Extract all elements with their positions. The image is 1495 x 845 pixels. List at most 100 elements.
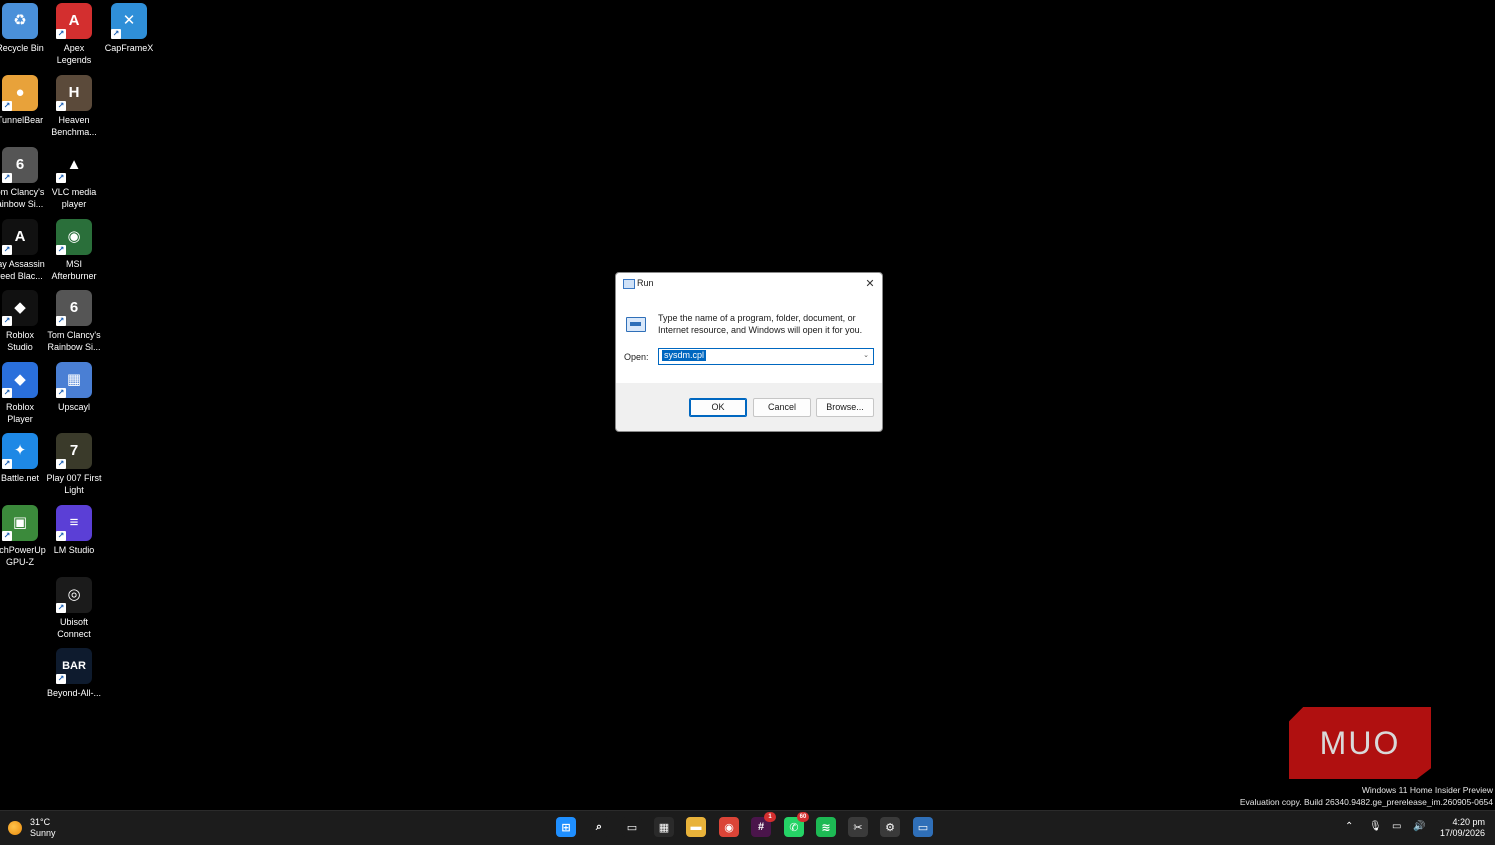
- shortcut-arrow-icon: ↗: [56, 245, 66, 255]
- clock[interactable]: 4:20 pm 17/09/2026: [1440, 817, 1485, 839]
- settings-icon[interactable]: ⚙: [880, 817, 900, 837]
- desktop-icon[interactable]: ◆ ↗ Roblox Studio: [0, 290, 50, 353]
- shortcut-arrow-icon: ↗: [2, 316, 12, 326]
- roblox-studio-icon: ◆ ↗: [2, 290, 38, 326]
- 007-first-light-icon: 7 ↗: [56, 433, 92, 469]
- desktop-icon-label: Play 007 First Light: [46, 473, 102, 495]
- desktop-icon-label: Ubisoft Connect: [57, 617, 91, 639]
- desktop-icon-label: Beyond-All-...: [46, 688, 102, 698]
- microphone-icon[interactable]: 🎙: [1369, 821, 1382, 832]
- desktop-icon-label: CapFrameX: [104, 43, 154, 53]
- shortcut-arrow-icon: ↗: [2, 101, 12, 111]
- open-label: Open:: [624, 352, 649, 362]
- desktop-icon[interactable]: ✦ ↗ Battle.net: [0, 433, 50, 484]
- msi-afterburner-icon: ◉ ↗: [56, 219, 92, 255]
- desktop-icon-label: Apex Legends: [56, 43, 92, 65]
- run-taskbar-icon[interactable]: ▭: [913, 817, 933, 837]
- ok-button[interactable]: OK: [689, 398, 747, 417]
- open-input-value[interactable]: sysdm.cpl: [662, 350, 707, 361]
- tunnelbear-icon: ● ↗: [2, 75, 38, 111]
- rainbow-six-2-icon: 6 ↗: [56, 290, 92, 326]
- run-title: Run: [637, 278, 654, 288]
- shortcut-arrow-icon: ↗: [56, 388, 66, 398]
- heaven-benchmark-icon: H ↗: [56, 75, 92, 111]
- desktop-icon-label: Recycle Bin: [0, 43, 44, 53]
- desktop-icon[interactable]: ▦ ↗ Upscayl: [44, 362, 104, 413]
- taskbar: 31°C Sunny ⊞ ⌕ ▭ ▦ ▬ ◉ #1 ✆ 60 ≋ ✂ ⚙ ▭ ⌃ 🎙 ▭ 🔊 4:20 pm …: [0, 810, 1495, 845]
- shortcut-arrow-icon: ↗: [2, 245, 12, 255]
- desktop-icon[interactable]: H ↗ Heaven Benchma...: [44, 75, 104, 138]
- weather-temp: 31°C: [30, 817, 51, 827]
- desktop-icon-label: Heaven Benchma...: [51, 115, 97, 137]
- cancel-button[interactable]: Cancel: [753, 398, 811, 417]
- open-input[interactable]: sysdm.cpl ⌄: [658, 348, 874, 365]
- shortcut-arrow-icon: ↗: [56, 29, 66, 39]
- run-body: Type the name of a program, folder, docu…: [616, 295, 882, 383]
- desktop-icon[interactable]: ✕ ↗ CapFrameX: [99, 3, 159, 54]
- close-button[interactable]: ✕: [862, 276, 878, 292]
- file-explorer-icon[interactable]: ▬: [686, 817, 706, 837]
- microsoft-store-icon[interactable]: ▦: [654, 817, 674, 837]
- chrome-icon[interactable]: ◉: [719, 817, 739, 837]
- rainbow-six-icon: 6 ↗: [2, 147, 38, 183]
- sun-icon: [8, 821, 22, 835]
- desktop-icon-label: Battle.net: [0, 473, 40, 483]
- shortcut-arrow-icon: ↗: [56, 316, 66, 326]
- browse-button[interactable]: Browse...: [816, 398, 874, 417]
- watermark-line-2: Evaluation copy. Build 26340.9482.ge_pre…: [1239, 797, 1493, 807]
- close-icon: ✕: [865, 278, 875, 290]
- desktop-icon[interactable]: 6↗ om Clancy's ainbow Si...: [0, 147, 50, 210]
- run-program-icon: [626, 317, 646, 332]
- network-icon[interactable]: ▭: [1392, 821, 1401, 832]
- desktop-icon[interactable]: ◎ ↗ Ubisoft Connect: [44, 577, 104, 640]
- desktop-icon-label: Roblox Player: [5, 402, 34, 424]
- desktop-icon[interactable]: ◆ ↗ Roblox Player: [0, 362, 50, 425]
- desktop-icon[interactable]: ◉ ↗ MSI Afterburner: [44, 219, 104, 282]
- shortcut-arrow-icon: ↗: [111, 29, 121, 39]
- volume-icon[interactable]: 🔊: [1413, 821, 1425, 832]
- shortcut-arrow-icon: ↗: [56, 459, 66, 469]
- desktop-icon-label: echPowerUp GPU-Z: [0, 545, 46, 567]
- run-titlebar[interactable]: Run ✕: [616, 273, 882, 295]
- desktop-icon[interactable]: A↗ lay Assassin reed Blac...: [0, 219, 50, 282]
- gpu-z-icon: ▣ ↗: [2, 505, 38, 541]
- desktop-icon[interactable]: ▲ ↗ VLC media player: [44, 147, 104, 210]
- start-icon[interactable]: ⊞: [556, 817, 576, 837]
- shortcut-arrow-icon: ↗: [56, 674, 66, 684]
- shortcut-arrow-icon: ↗: [56, 603, 66, 613]
- notification-badge: 60: [797, 812, 809, 822]
- desktop-icon[interactable]: ▣↗ echPowerUp GPU-Z: [0, 505, 50, 568]
- whatsapp-icon[interactable]: ✆ 60: [784, 812, 809, 837]
- run-description: Type the name of a program, folder, docu…: [658, 313, 863, 335]
- desktop-icon[interactable]: 7 ↗ Play 007 First Light: [44, 433, 104, 496]
- desktop-icon[interactable]: A ↗ Apex Legends: [44, 3, 104, 66]
- shortcut-arrow-icon: ↗: [56, 173, 66, 183]
- search-icon[interactable]: ⌕: [589, 817, 609, 837]
- clock-date: 17/09/2026: [1439, 828, 1485, 838]
- slack-icon[interactable]: #1: [751, 812, 776, 837]
- snipping-tool-icon[interactable]: ✂: [848, 817, 868, 837]
- shortcut-arrow-icon: ↗: [2, 388, 12, 398]
- desktop-icon[interactable]: ≡ ↗ LM Studio: [44, 505, 104, 556]
- desktop-icon[interactable]: ♻ Recycle Bin: [0, 3, 50, 54]
- run-app-icon: [623, 279, 635, 289]
- capframex-icon: ✕ ↗: [111, 3, 147, 39]
- spotify-icon[interactable]: ≋: [816, 817, 836, 837]
- vlc-icon: ▲ ↗: [56, 147, 92, 183]
- chevron-up-icon[interactable]: ⌃: [1345, 821, 1353, 832]
- lm-studio-icon: ≡ ↗: [56, 505, 92, 541]
- chevron-down-icon[interactable]: ⌄: [861, 350, 871, 362]
- shortcut-arrow-icon: ↗: [56, 101, 66, 111]
- desktop-icon[interactable]: 6 ↗ Tom Clancy's Rainbow Si...: [44, 290, 104, 353]
- desktop-icon-label: Tom Clancy's Rainbow Si...: [47, 330, 101, 352]
- windows-watermark: Windows 11 Home Insider Preview Evaluati…: [1240, 784, 1493, 808]
- watermark-line-1: Windows 11 Home Insider Preview: [1361, 785, 1493, 795]
- run-dialog: Run ✕ Type the name of a program, folder…: [615, 272, 883, 432]
- task-view-icon[interactable]: ▭: [622, 817, 642, 837]
- shortcut-arrow-icon: ↗: [2, 531, 12, 541]
- ubisoft-connect-icon: ◎ ↗: [56, 577, 92, 613]
- desktop-icon[interactable]: BAR ↗ Beyond-All-...: [44, 648, 104, 699]
- recycle-bin-icon: ♻: [2, 3, 38, 39]
- battlenet-icon: ✦ ↗: [2, 433, 38, 469]
- desktop-icon[interactable]: ● ↗ TunnelBear: [0, 75, 50, 126]
